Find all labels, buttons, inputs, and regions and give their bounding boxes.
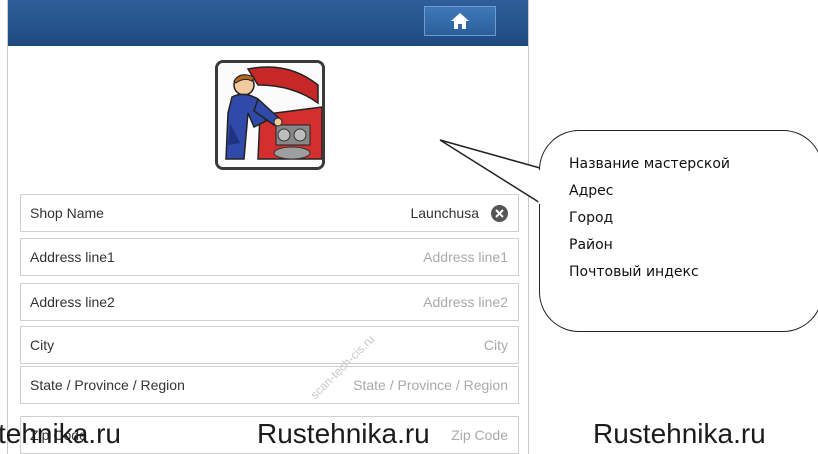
state-input[interactable]: State / Province / Region xyxy=(353,377,508,393)
top-bar xyxy=(8,0,528,46)
callout-line-zip: Почтовый индекс xyxy=(569,264,699,280)
home-button[interactable] xyxy=(424,6,496,36)
zip-input[interactable]: Zip Code xyxy=(451,427,508,443)
address-line1-row[interactable]: Address line1 Address line1 xyxy=(20,238,519,276)
callout-line-district: Район xyxy=(569,237,613,253)
mechanic-illustration xyxy=(218,63,322,167)
callout-line-shop-name: Название мастерской xyxy=(569,156,731,172)
city-input[interactable]: City xyxy=(484,337,508,353)
shop-name-row[interactable]: Shop Name Launchusa xyxy=(20,194,519,232)
watermark-center: Rustehnika.ru xyxy=(257,418,430,449)
watermark-right: Rustehnika.ru xyxy=(593,418,766,449)
watermark-left: tehnika.ru xyxy=(0,418,121,449)
clear-icon[interactable] xyxy=(491,204,508,222)
callout-line-city: Город xyxy=(569,210,614,226)
address-line2-row[interactable]: Address line2 Address line2 xyxy=(20,283,519,321)
device-screen: Shop Name Launchusa Address line1 Addres… xyxy=(7,0,529,454)
address-line1-label: Address line1 xyxy=(30,249,115,265)
state-label: State / Province / Region xyxy=(30,377,185,393)
callout-line-address: Адрес xyxy=(569,183,614,199)
shop-avatar[interactable] xyxy=(215,60,325,170)
address-line1-input[interactable]: Address line1 xyxy=(423,249,508,265)
state-row[interactable]: State / Province / Region State / Provin… xyxy=(20,366,519,404)
city-label: City xyxy=(30,337,55,353)
address-line2-input[interactable]: Address line2 xyxy=(423,294,508,310)
shop-name-label: Shop Name xyxy=(30,205,104,221)
shop-name-input[interactable]: Launchusa xyxy=(410,205,479,221)
address-line2-label: Address line2 xyxy=(30,294,115,310)
city-row[interactable]: City City xyxy=(20,326,519,364)
callout-bubble: Название мастерской Адрес Город Район По… xyxy=(539,130,818,332)
home-icon xyxy=(451,13,469,29)
